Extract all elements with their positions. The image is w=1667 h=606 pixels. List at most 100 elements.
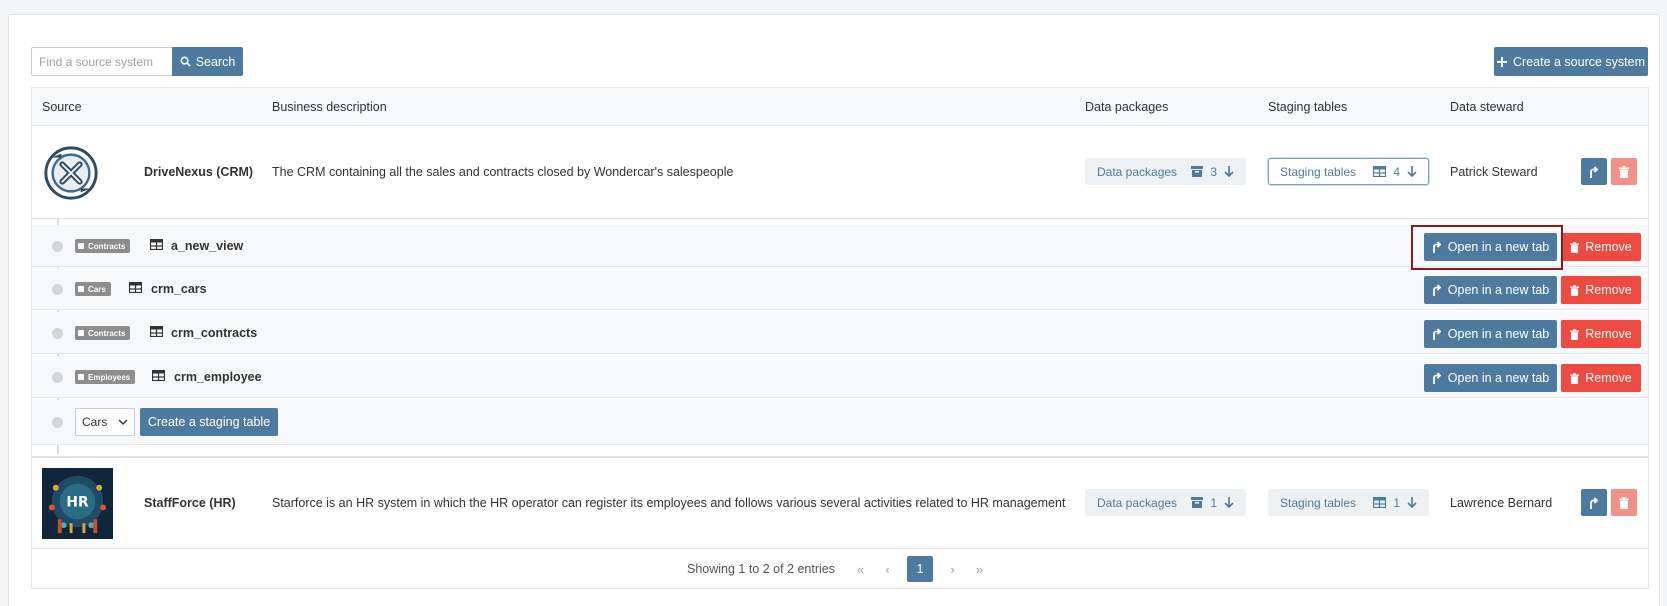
next-page-button[interactable]: ›: [939, 562, 966, 577]
remove-label: Remove: [1585, 371, 1632, 385]
hr-logo-text: HR: [66, 494, 89, 510]
table-icon: [152, 370, 165, 381]
staging-tables-count: 1: [1393, 495, 1400, 510]
trash-icon: [1570, 284, 1580, 296]
tag-badge: Contracts: [75, 239, 131, 253]
source-systems-table: Source Business description Data package…: [31, 87, 1649, 589]
data-packages-button[interactable]: Data packages 1: [1085, 489, 1246, 516]
pagination-info: Showing 1 to 2 of 2 entries: [686, 562, 835, 576]
archive-icon: [1191, 166, 1204, 177]
business-description: The CRM containing all the sales and con…: [272, 165, 734, 179]
tree-dot: [52, 241, 63, 252]
remove-label: Remove: [1585, 283, 1632, 297]
search-button[interactable]: Search: [172, 47, 243, 76]
data-packages-label: Data packages: [1097, 495, 1178, 510]
remove-button[interactable]: Remove: [1561, 233, 1641, 261]
open-in-new-tab-button[interactable]: Open in a new tab: [1424, 364, 1557, 392]
header-data-packages: Data packages: [1085, 100, 1169, 114]
staging-table-name[interactable]: crm_employee: [174, 370, 262, 384]
data-packages-count: 1: [1210, 495, 1217, 510]
current-page-button[interactable]: 1: [907, 556, 933, 582]
remove-label: Remove: [1585, 327, 1632, 341]
staging-table-name[interactable]: crm_contracts: [171, 326, 257, 340]
table-row: DriveNexus (CRM) The CRM containing all …: [32, 126, 1648, 219]
tag-label: Contracts: [88, 241, 126, 251]
arrow-down-icon: [1224, 496, 1234, 508]
open-in-new-tab-label: Open in a new tab: [1447, 371, 1550, 385]
arrow-down-icon: [1224, 165, 1234, 177]
last-page-button[interactable]: »: [966, 562, 993, 577]
trash-icon: [1570, 328, 1580, 340]
source-name[interactable]: DriveNexus (CRM): [144, 165, 253, 179]
archive-icon: [1191, 497, 1204, 508]
table-icon: [129, 282, 142, 293]
staging-table-name[interactable]: a_new_view: [171, 239, 243, 253]
drivenexus-logo-icon: [44, 146, 98, 200]
previous-page-button[interactable]: ‹: [874, 562, 901, 577]
create-source-system-button[interactable]: Create a source system: [1494, 47, 1648, 76]
open-in-new-tab-button[interactable]: Open in a new tab: [1424, 320, 1557, 348]
tag-label: Contracts: [88, 328, 126, 338]
header-source: Source: [42, 100, 82, 114]
tag-badge: Employees: [75, 370, 136, 384]
search-input[interactable]: [31, 47, 172, 76]
table-icon: [1373, 497, 1387, 508]
open-in-new-tab-button[interactable]: Open in a new tab: [1424, 276, 1557, 304]
tree-dot: [52, 284, 63, 295]
table-icon: [150, 326, 163, 337]
business-description: Starforce is an HR system in which the H…: [272, 496, 1066, 510]
pagination: Showing 1 to 2 of 2 entries « ‹ 1 › »: [32, 549, 1648, 589]
first-page-button[interactable]: «: [847, 562, 874, 577]
staffforce-hr-logo-icon: HR: [42, 468, 113, 539]
staging-table-row: Contracts crm_contracts Open in a new ta…: [32, 312, 1648, 354]
arrow-down-icon: [1407, 165, 1417, 177]
table-row: HR StaffForce (HR) Starforce is an HR sy…: [32, 456, 1648, 549]
tag-select[interactable]: Cars: [75, 408, 135, 436]
header-business-description: Business description: [272, 100, 387, 114]
remove-button[interactable]: Remove: [1561, 364, 1641, 392]
staging-table-row: Cars crm_cars Open in a new tab Remove: [32, 268, 1648, 310]
trash-icon: [1570, 372, 1580, 384]
table-icon: [1373, 166, 1387, 177]
staging-tables-count: 4: [1393, 164, 1400, 179]
table-icon: [150, 239, 163, 250]
share-arrow-icon: [1590, 165, 1599, 178]
staging-tables-button[interactable]: Staging tables 4: [1268, 158, 1429, 185]
tag-badge: Cars: [75, 282, 111, 296]
remove-button[interactable]: Remove: [1561, 320, 1641, 348]
staging-table-name[interactable]: crm_cars: [151, 282, 207, 296]
search-button-label: Search: [195, 54, 236, 69]
share-arrow-icon: [1432, 328, 1442, 340]
search-icon: [180, 56, 191, 67]
remove-label: Remove: [1585, 240, 1632, 254]
data-steward: Patrick Steward: [1450, 165, 1538, 179]
share-arrow-icon: [1432, 284, 1442, 296]
create-staging-table-row: Cars Create a staging table: [32, 400, 1648, 445]
data-packages-button[interactable]: Data packages 3: [1085, 158, 1246, 185]
open-source-button[interactable]: [1581, 489, 1607, 516]
tag-label: Employees: [88, 372, 131, 382]
staging-tables-button[interactable]: Staging tables 1: [1268, 489, 1429, 516]
tree-dot: [52, 328, 63, 339]
delete-source-button[interactable]: [1611, 158, 1637, 185]
open-source-button[interactable]: [1581, 158, 1607, 185]
staging-table-row: Employees crm_employee Open in a new tab…: [32, 356, 1648, 398]
highlight-box: [1411, 225, 1563, 270]
table-header: Source Business description Data package…: [32, 88, 1648, 126]
tag-label: Cars: [88, 284, 106, 294]
create-staging-table-button[interactable]: Create a staging table: [140, 408, 278, 436]
create-source-system-label: Create a source system: [1513, 54, 1645, 69]
tree-dot: [52, 372, 63, 383]
trash-icon: [1619, 165, 1629, 178]
staging-table-row: Contracts a_new_view Open in a new tab R…: [32, 225, 1648, 267]
open-in-new-tab-label: Open in a new tab: [1447, 327, 1550, 341]
tag-select-value: Cars: [82, 415, 108, 429]
remove-button[interactable]: Remove: [1561, 276, 1641, 304]
delete-source-button[interactable]: [1611, 489, 1637, 516]
header-data-steward: Data steward: [1450, 100, 1524, 114]
chevron-down-icon: [118, 418, 128, 425]
source-name[interactable]: StaffForce (HR): [144, 496, 236, 510]
plus-icon: [1497, 56, 1507, 67]
tree-dot: [52, 417, 63, 428]
open-in-new-tab-label: Open in a new tab: [1447, 283, 1550, 297]
